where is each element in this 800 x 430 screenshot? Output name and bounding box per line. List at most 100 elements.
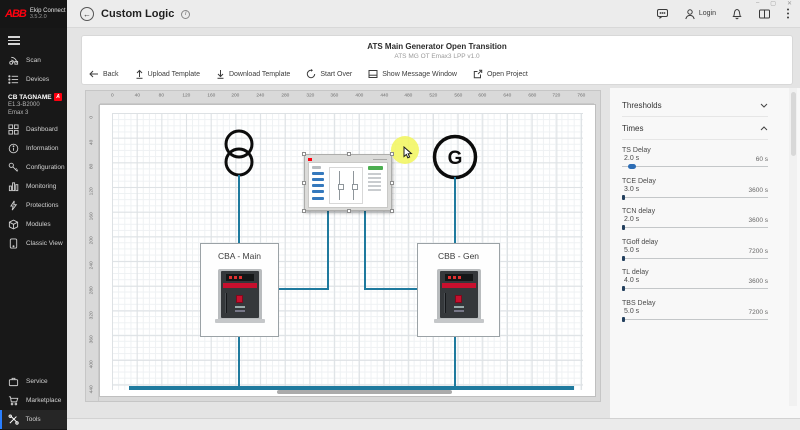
show-message-window-button[interactable]: Show Message Window (368, 69, 457, 79)
selection-handle[interactable] (347, 152, 351, 156)
sidebar-item-classic-view[interactable]: Classic View (0, 234, 67, 253)
sidebar-item-label: Devices (26, 76, 49, 83)
breaker-image (218, 269, 262, 323)
times-sliders: TS Delay 2.0 s 60 s TCE Delay 3.0 s 3600… (622, 147, 768, 323)
cbb-gen-breaker-node[interactable]: CBB - Gen (417, 243, 500, 337)
app-name: Ekip Connect (30, 8, 66, 15)
hmi-logo-dot (308, 158, 312, 161)
logic-canvas[interactable]: 0408012016020024028032036040044048052056… (85, 90, 601, 402)
top-bar: ABB Ekip Connect 3.5.2.0 ← Custom Logic … (0, 0, 800, 28)
start-over-button[interactable]: Start Over (306, 69, 352, 79)
upload-template-button[interactable]: Upload Template (135, 69, 200, 79)
bar-chart-icon (8, 181, 19, 192)
close-button[interactable]: ✕ (787, 0, 792, 7)
ruler-tick: 680 (522, 91, 542, 101)
info-icon[interactable]: i (181, 10, 190, 19)
panel-scrollbar[interactable] (791, 92, 796, 156)
selection-handle[interactable] (390, 209, 394, 213)
sidebar-item-protections[interactable]: Protections (0, 196, 67, 215)
diagram-page[interactable]: G CBA - Main (99, 104, 596, 397)
kebab-menu-icon[interactable] (786, 7, 790, 20)
slider-handle[interactable] (622, 256, 625, 261)
sidebar: Scan Devices CB TAGNAME A E1.3-B2000 Ema… (0, 28, 67, 430)
brand-block: ABB Ekip Connect 3.5.2.0 (0, 0, 67, 28)
service-briefcase-icon (8, 376, 19, 387)
slider-track[interactable] (622, 197, 768, 198)
selection-handle[interactable] (302, 152, 306, 156)
line-cba-to-hmi (279, 288, 329, 290)
sidebar-item-label: Marketplace (26, 397, 61, 404)
message-window-icon (368, 69, 378, 79)
selection-handle[interactable] (302, 181, 306, 185)
sidebar-item-label: Information (26, 145, 59, 152)
open-project-button[interactable]: Open Project (473, 69, 528, 79)
selection-handle[interactable] (302, 209, 306, 213)
sidebar-item-information[interactable]: Information (0, 139, 67, 158)
modules-cube-icon (8, 219, 19, 230)
logic-subtitle: ATS MG OT Emax3 LPP v1.0 (82, 53, 792, 60)
logic-header-card: ATS Main Generator Open Transition ATS M… (82, 36, 792, 84)
transformer-symbol[interactable] (219, 127, 259, 181)
ruler-tick: 600 (473, 91, 493, 101)
download-template-button[interactable]: Download Template (216, 69, 290, 79)
maximize-button[interactable]: ▢ (770, 0, 776, 7)
slider-handle[interactable] (622, 317, 625, 322)
slider-handle[interactable] (628, 164, 636, 169)
slider-handle[interactable] (622, 225, 625, 230)
ruler-tick: 720 (547, 91, 567, 101)
selection-handle[interactable] (347, 209, 351, 213)
login-button[interactable]: Login (684, 8, 716, 20)
ruler-tick: 0 (102, 91, 122, 101)
slider-track[interactable] (622, 166, 768, 167)
sidebar-item-marketplace[interactable]: Marketplace (0, 391, 67, 410)
selection-handle[interactable] (390, 152, 394, 156)
ruler-tick: 440 (374, 91, 394, 101)
slider-track[interactable] (622, 319, 768, 320)
sidebar-item-monitoring[interactable]: Monitoring (0, 177, 67, 196)
sidebar-item-service[interactable]: Service (0, 372, 67, 391)
slider-handle[interactable] (622, 195, 625, 200)
chevron-down-icon (760, 103, 768, 108)
sidebar-item-dashboard[interactable]: Dashboard (0, 120, 67, 139)
canvas-horizontal-scrollbar[interactable] (277, 390, 452, 394)
cba-label: CBA - Main (201, 251, 278, 261)
times-section-header[interactable]: Times (622, 117, 768, 140)
dashboard-grid-icon (8, 124, 19, 135)
classic-view-icon (8, 238, 19, 249)
cba-main-breaker-node[interactable]: CBA - Main (200, 243, 279, 337)
sidebar-item-devices[interactable]: Devices (0, 70, 67, 89)
feedback-icon[interactable] (656, 7, 669, 20)
ruler-tick: 400 (349, 91, 369, 101)
top-actions: Login (656, 7, 790, 20)
sidebar-item-label: Modules (26, 221, 51, 228)
slider-tgoff-delay: TGoff delay 5.0 s 7200 s (622, 239, 768, 262)
restart-icon (306, 69, 316, 79)
tools-icon (8, 414, 19, 425)
back-button[interactable]: Back (89, 70, 119, 78)
hamburger-menu-icon[interactable] (0, 28, 67, 51)
app-version: 3.5.2.0 (30, 14, 66, 20)
slider-track[interactable] (622, 288, 768, 289)
device-info-block[interactable]: CB TAGNAME A E1.3-B2000 Emax 3 (0, 89, 67, 120)
slider-handle[interactable] (622, 286, 625, 291)
window-controls: – ▢ ✕ (756, 0, 792, 7)
slider-track[interactable] (622, 258, 768, 259)
sidebar-item-scan[interactable]: Scan (0, 51, 67, 70)
ruler-tick: 640 (497, 91, 517, 101)
line-hmi-drop-right (364, 211, 366, 290)
sidebar-item-configuration[interactable]: Configuration (0, 158, 67, 177)
vertical-ruler: 04080120160200240280320360400440 (86, 105, 99, 401)
abb-ability-icon: A (54, 93, 62, 101)
documentation-icon[interactable] (758, 8, 771, 20)
slider-track[interactable] (622, 227, 768, 228)
thresholds-section-header[interactable]: Thresholds (622, 94, 768, 117)
generator-symbol[interactable]: G (431, 133, 479, 181)
selection-handle[interactable] (390, 181, 394, 185)
hmi-screenshot-node[interactable] (304, 154, 392, 211)
sidebar-item-tools[interactable]: Tools (0, 410, 67, 429)
sidebar-item-modules[interactable]: Modules (0, 215, 67, 234)
back-circle-icon[interactable]: ← (80, 7, 94, 21)
notifications-bell-icon[interactable] (731, 7, 743, 20)
line-hmi-drop-left (327, 211, 329, 290)
minimize-button[interactable]: – (756, 0, 759, 6)
